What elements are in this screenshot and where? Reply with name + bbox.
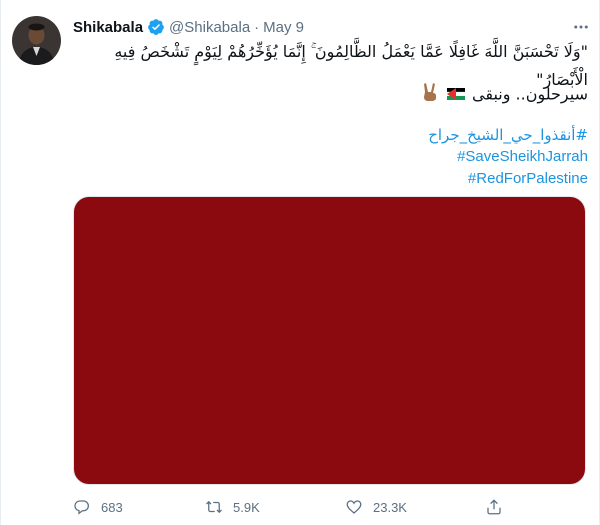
- tweet-text-line: سيرحلون.. ونبقى: [73, 82, 588, 108]
- tweet-card[interactable]: Shikabala @Shikabala · May 9 "وَلَا تَحْ…: [0, 0, 600, 525]
- reply-button[interactable]: 683: [73, 498, 123, 516]
- reply-icon: [74, 500, 89, 515]
- retweet-count: 5.9K: [233, 499, 260, 515]
- tweet-media-image[interactable]: [73, 196, 586, 485]
- palestine-flag-icon: [446, 84, 466, 106]
- verified-badge-icon: [147, 18, 165, 36]
- share-button[interactable]: [485, 498, 513, 516]
- tweet-text: سيرحلون.. ونبقى: [472, 84, 588, 104]
- victory-hand-icon: [422, 82, 438, 108]
- author-name[interactable]: Shikabala: [73, 19, 143, 36]
- reply-count: 683: [101, 499, 123, 515]
- avatar[interactable]: [12, 16, 61, 65]
- tweet-header: Shikabala @Shikabala · May 9: [73, 16, 588, 38]
- retweet-icon: [206, 500, 222, 514]
- like-button[interactable]: 23.3K: [345, 498, 407, 516]
- hashtag-link[interactable]: #أنقذوا_حي_الشيخ_جراح: [73, 124, 588, 146]
- hashtag-link[interactable]: #SaveSheikhJarrah: [73, 146, 588, 168]
- hashtag-list: #أنقذوا_حي_الشيخ_جراح #SaveSheikhJarrah …: [73, 124, 588, 190]
- like-count: 23.3K: [373, 499, 407, 515]
- heart-icon: [346, 500, 362, 514]
- retweet-button[interactable]: 5.9K: [205, 498, 260, 516]
- hashtag-link[interactable]: #RedForPalestine: [73, 168, 588, 190]
- tweet-actions: 683 5.9K 23.3K: [73, 498, 586, 520]
- share-icon: [487, 499, 501, 515]
- tweet-date[interactable]: May 9: [263, 19, 304, 36]
- author-handle[interactable]: @Shikabala: [169, 19, 250, 36]
- profile-photo-icon: [12, 16, 61, 65]
- separator-dot: ·: [254, 18, 260, 36]
